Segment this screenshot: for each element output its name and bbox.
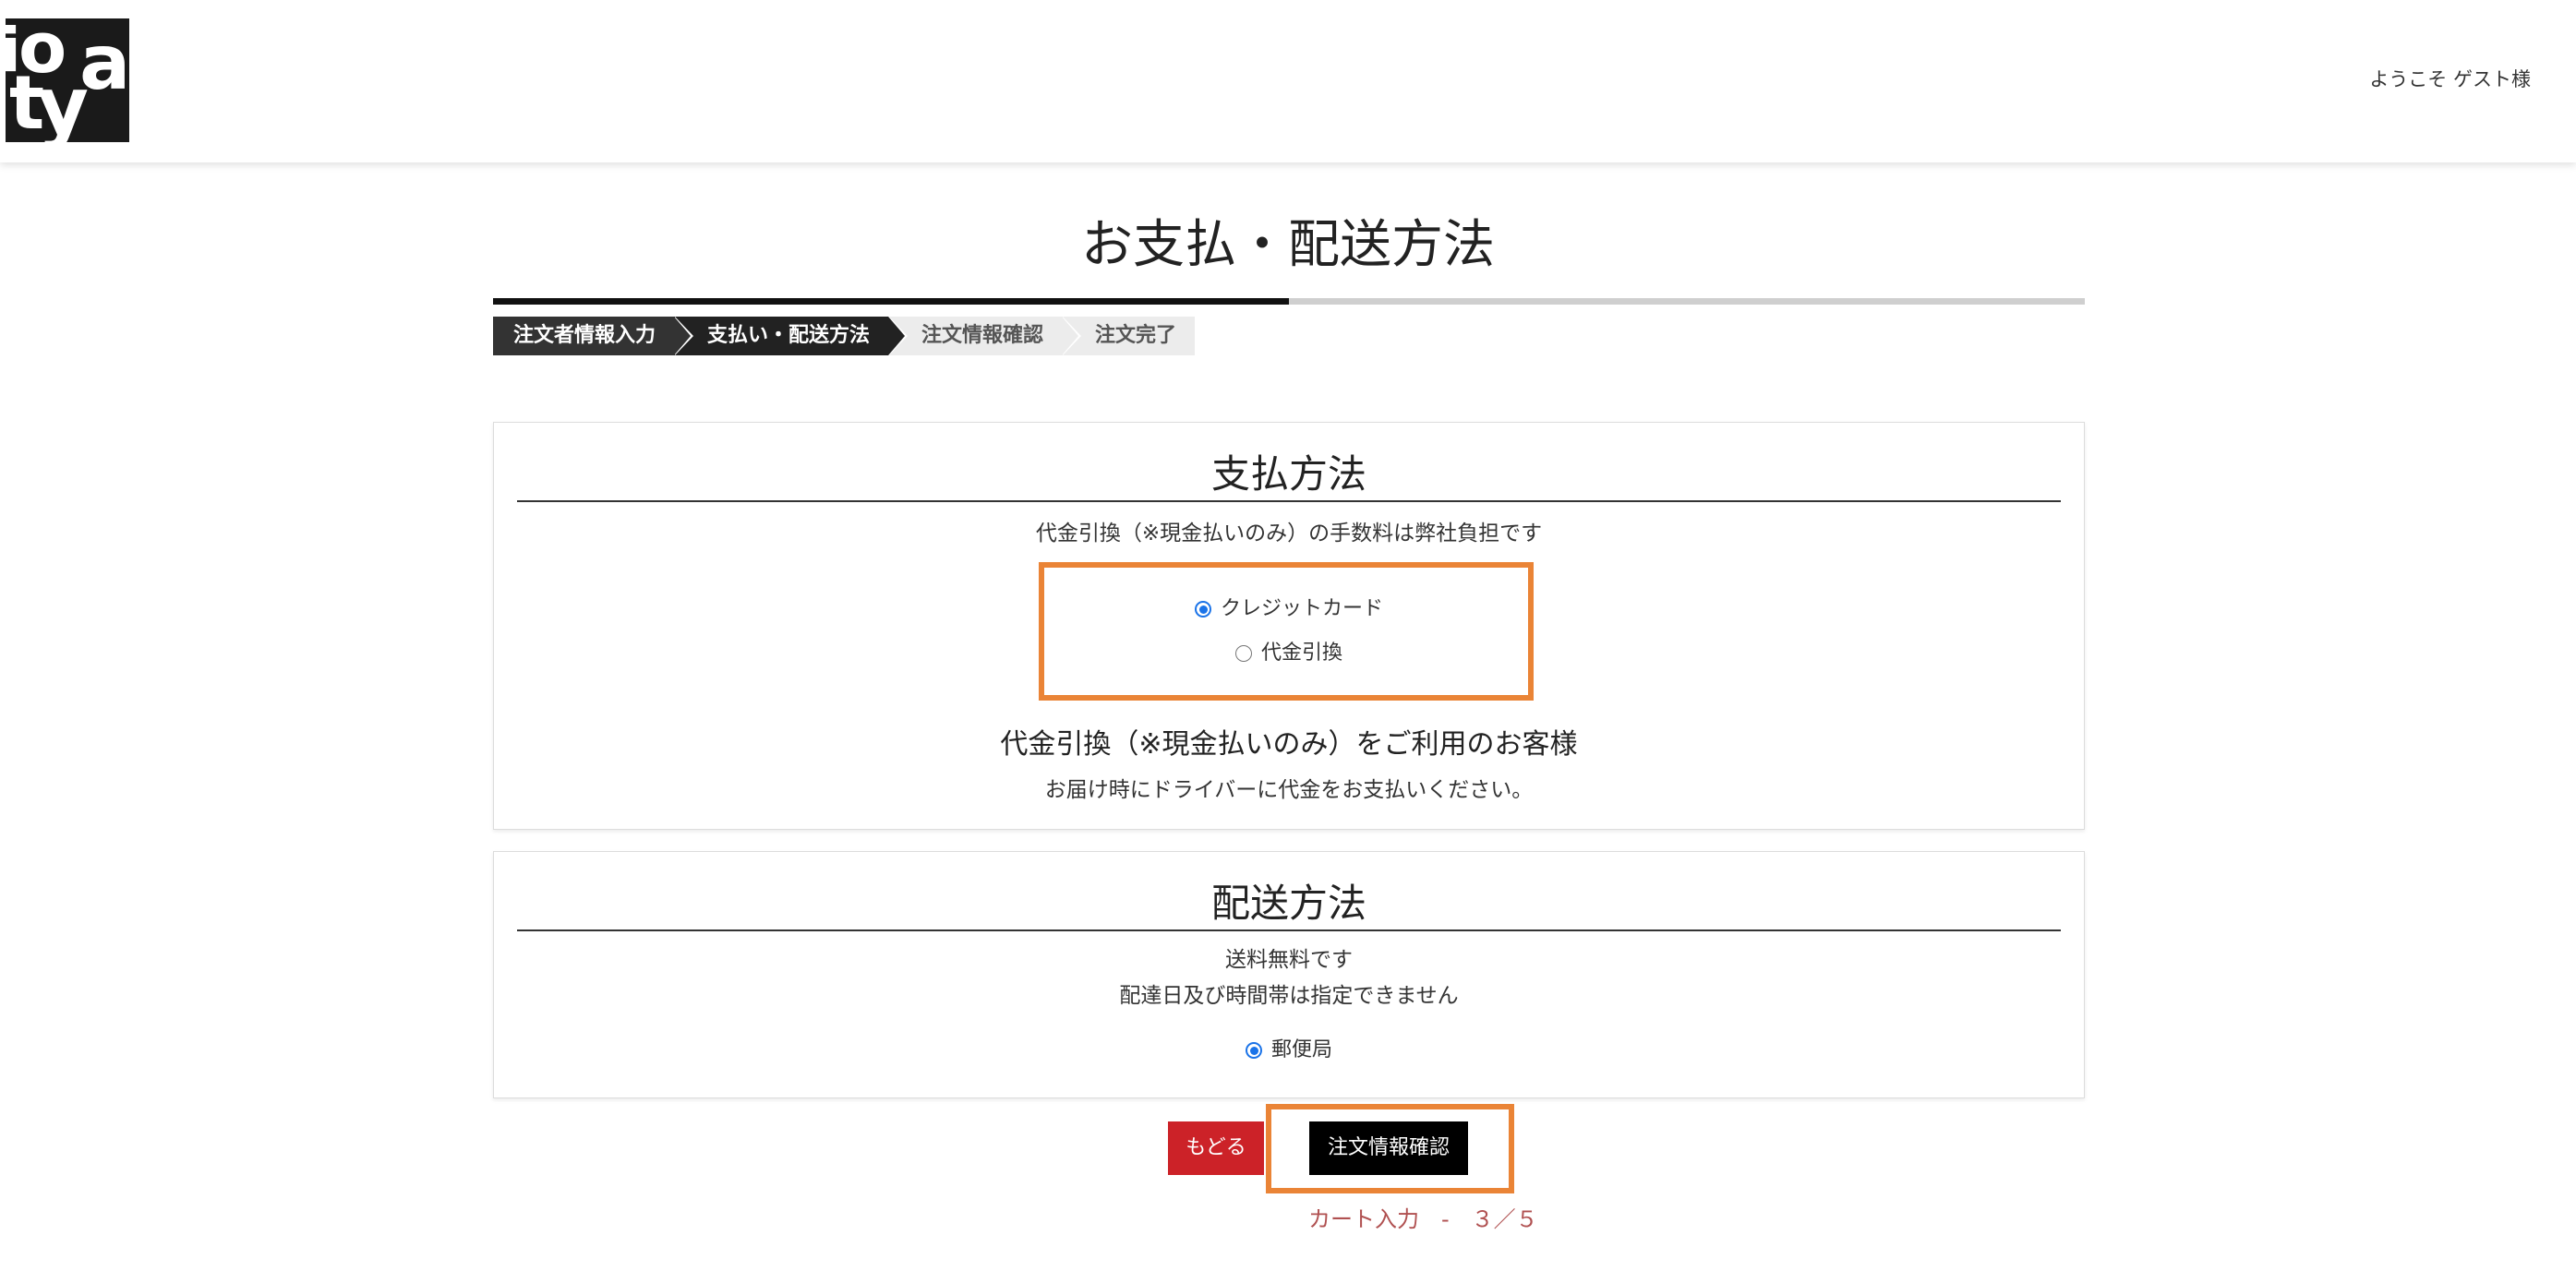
step-order-confirm: 注文情報確認 bbox=[888, 317, 1082, 355]
step-arrow bbox=[888, 317, 906, 355]
back-button[interactable]: もどる bbox=[1168, 1121, 1264, 1175]
payment-note: 代金引換（※現金払いのみ）の手数料は弊社負担です bbox=[1035, 522, 1543, 546]
step-label: 注文完了 bbox=[1095, 324, 1177, 347]
shipping-note-free: 送料無料です bbox=[1225, 948, 1353, 972]
cart-step-indicator: カート入力 - ３／５ bbox=[1308, 1206, 1538, 1232]
payment-option-cod[interactable]: 代金引換 bbox=[494, 636, 2084, 665]
shipping-note-no-date: 配達日及び時間帯は指定できません bbox=[1119, 984, 1459, 1008]
progress-fill bbox=[493, 298, 1289, 305]
shipping-heading: 配送方法 bbox=[517, 872, 2061, 931]
step-payment-shipping: 支払い・配送方法 bbox=[674, 317, 909, 355]
radio-unchecked-icon[interactable] bbox=[1234, 645, 1252, 662]
site-logo[interactable]: i o a t y bbox=[6, 18, 129, 142]
page-title: お支払・配送方法 bbox=[1081, 215, 1495, 275]
step-label: 注文者情報入力 bbox=[513, 324, 656, 347]
shipping-panel: 配送方法 送料無料です 配達日及び時間帯は指定できません 郵便局 bbox=[493, 851, 2085, 1098]
payment-options-highlight bbox=[1039, 562, 1534, 701]
logo-letter: y bbox=[37, 60, 90, 142]
welcome-text: ようこそ ゲスト様 bbox=[2369, 68, 2531, 90]
payment-option-label: 代金引換 bbox=[1260, 641, 1342, 665]
step-label: 支払い・配送方法 bbox=[707, 324, 871, 347]
confirm-order-button[interactable]: 注文情報確認 bbox=[1309, 1121, 1468, 1175]
payment-option-label: クレジットカード bbox=[1220, 597, 1383, 620]
payment-heading: 支払方法 bbox=[517, 443, 2061, 502]
radio-checked-icon[interactable] bbox=[1245, 1042, 1262, 1059]
site-header: i o a t y ようこそ ゲスト様 bbox=[0, 0, 2576, 162]
step-order-complete: 注文完了 bbox=[1062, 317, 1196, 355]
payment-panel: 支払方法 代金引換（※現金払いのみ）の手数料は弊社負担です クレジットカード 代… bbox=[493, 422, 2085, 830]
radio-checked-icon[interactable] bbox=[1194, 601, 1211, 618]
shipping-option-post-office[interactable]: 郵便局 bbox=[494, 1033, 2084, 1062]
payment-option-credit-card[interactable]: クレジットカード bbox=[494, 592, 2084, 621]
shipping-option-label: 郵便局 bbox=[1270, 1038, 1332, 1061]
step-customer-info: 注文者情報入力 bbox=[493, 317, 694, 355]
checkout-steps: 注文者情報入力 支払い・配送方法 注文情報確認 注文完了 bbox=[493, 317, 1196, 355]
step-arrow bbox=[1062, 317, 1079, 355]
step-arrow bbox=[674, 317, 692, 355]
step-label: 注文情報確認 bbox=[921, 324, 1044, 347]
cod-description: お届け時にドライバーに代金をお支払いください。 bbox=[1044, 778, 1534, 802]
cod-heading: 代金引換（※現金払いのみ）をご利用のお客様 bbox=[1000, 728, 1578, 761]
